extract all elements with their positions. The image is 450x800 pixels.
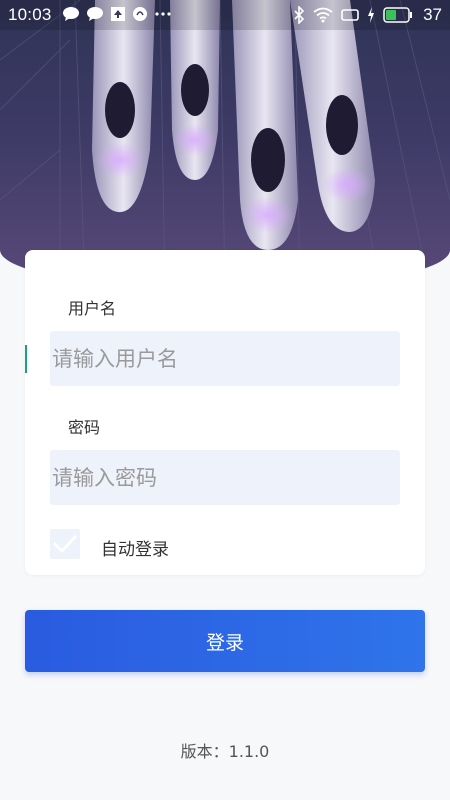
system-icons: 37	[293, 5, 442, 25]
text-caret	[25, 345, 27, 373]
username-input[interactable]	[50, 331, 400, 386]
password-label: 密码	[68, 418, 101, 437]
auto-login-checkbox[interactable]	[50, 529, 80, 559]
version-text: 版本：1.1.0	[180, 742, 270, 761]
chat-bubble-icon	[87, 7, 103, 21]
more-dots-icon	[155, 12, 171, 16]
circle-app-icon	[133, 7, 147, 21]
status-bar: 10:03 37	[0, 0, 450, 30]
password-input[interactable]	[50, 450, 400, 505]
trains-illustration	[0, 0, 450, 290]
upload-icon	[111, 7, 125, 21]
notification-icons	[62, 6, 172, 22]
status-time: 10:03	[8, 5, 52, 24]
battery-icon	[383, 7, 413, 23]
login-form-card: 用户名 密码 自动登录	[25, 250, 425, 575]
checkmark-icon	[53, 535, 77, 553]
login-button[interactable]: 登录	[25, 610, 425, 672]
message-icon	[341, 9, 359, 21]
wifi-icon	[313, 7, 333, 23]
bluetooth-icon	[294, 6, 305, 24]
battery-level: 37	[423, 5, 442, 24]
hero-banner-image	[0, 0, 450, 290]
username-label: 用户名	[68, 299, 117, 318]
auto-login-label[interactable]: 自动登录	[101, 535, 169, 560]
login-screen: 10:03 37 用户名 请输入用户名 密码 自动登录 登录 版本：1.1.0	[0, 0, 450, 800]
charging-icon	[368, 7, 375, 23]
chat-bubble-icon	[63, 7, 79, 21]
